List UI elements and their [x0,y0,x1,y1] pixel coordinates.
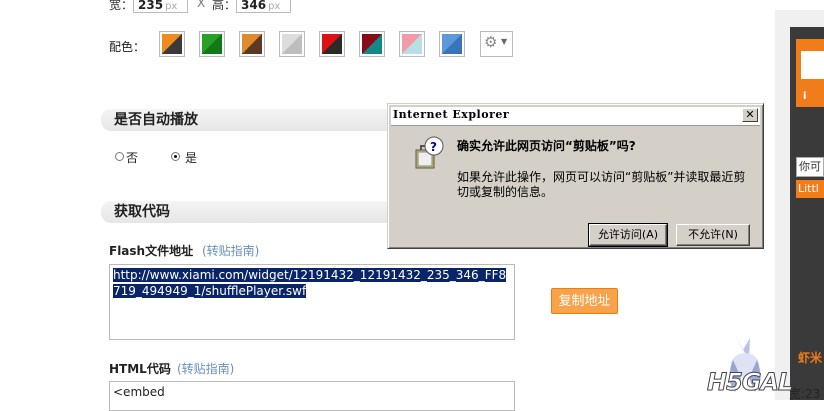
custom-color-button[interactable]: ⚙ ▼ [480,31,513,57]
swatch-fill [202,34,222,54]
color-swatch-blue[interactable] [439,31,465,57]
width-input[interactable]: 235 px [133,0,188,13]
height-input[interactable]: 346 px [236,0,291,13]
chevron-down-icon: ▼ [501,37,508,46]
watermark-text: H5GAL [706,368,793,397]
close-icon[interactable]: ✕ [742,108,758,122]
widget-song-item[interactable]: Littl [796,180,824,198]
svg-text:?: ? [430,140,437,154]
width-unit: px [165,1,178,12]
autoplay-no-radio[interactable] [115,152,124,161]
color-swatch-light-gray[interactable] [279,31,305,57]
swatch-fill [282,34,302,54]
cover-image [801,51,824,79]
swatch-fill [162,34,182,54]
allow-button[interactable]: 允许访问(A) [588,223,668,247]
dimension-separator: X [197,0,206,10]
widget-song-title: 你可 [796,157,824,177]
swatch-fill [362,34,382,54]
swatch-fill [402,34,422,54]
dialog-title: Internet Explorer [393,108,510,121]
color-swatch-maroon-teal[interactable] [359,31,385,57]
get-code-section-title: 获取代码 [101,201,401,223]
dialog-titlebar: Internet Explorer ✕ [391,107,760,126]
watermark-mascot: H5GAL [705,330,794,400]
gear-icon: ⚙ [484,33,498,51]
info-icon: i [803,91,807,102]
color-swatch-orange-brown[interactable] [239,31,265,57]
height-unit: px [268,1,281,12]
height-label: 高： [212,0,237,12]
swatch-fill [322,34,342,54]
swatch-fill [442,34,462,54]
deny-button[interactable]: 不允许(N) [676,224,750,246]
color-label: 配色： [109,40,146,54]
color-swatch-pink-cyan[interactable] [399,31,425,57]
color-swatch-green[interactable] [199,31,225,57]
autoplay-no-label: 否 [126,151,139,165]
width-label: 宽： [109,0,134,12]
ie-clipboard-dialog: Internet Explorer ✕ ? 确实允许此网页访问“剪贴板”吗? 如… [387,103,764,249]
html-guide-link[interactable]: (转贴指南) [177,360,234,377]
dialog-message: 如果允许此操作，网页可以访问“剪贴板”并读取最近剪切或复制的信息。 [457,170,746,199]
height-value: 346 [241,0,267,12]
flash-url-textarea[interactable]: http://www.xiami.com/widget/12191432_121… [109,264,515,340]
widget-preview: i 你可 Littl 虾米 [790,27,824,400]
widget-logo: 虾米 [798,351,823,365]
flash-url-label: Flash文件地址 [109,244,194,258]
question-icon: ? [414,136,444,170]
width-value: 235 [138,0,164,12]
autoplay-section-title: 是否自动播放 [101,109,401,131]
flash-url-text: http://www.xiami.com/widget/12191432_121… [113,268,507,298]
dialog-question: 确实允许此网页访问“剪贴板”吗? [457,139,636,153]
preview-width-text: 宽:23 [789,387,821,401]
color-swatch-red-black[interactable] [319,31,345,57]
swatch-fill [242,34,262,54]
html-code-textarea[interactable]: <embed [109,381,515,411]
html-code-label: HTML代码 [109,362,171,376]
autoplay-yes-label: 是 [185,151,198,165]
copy-url-button[interactable]: 复制地址 [551,288,618,314]
flash-guide-link[interactable]: (转贴指南) [202,242,259,259]
widget-header: i [796,39,824,107]
html-code-text: <embed [113,385,165,399]
autoplay-yes-radio[interactable] [171,152,180,161]
color-swatch-orange-black[interactable] [159,31,185,57]
